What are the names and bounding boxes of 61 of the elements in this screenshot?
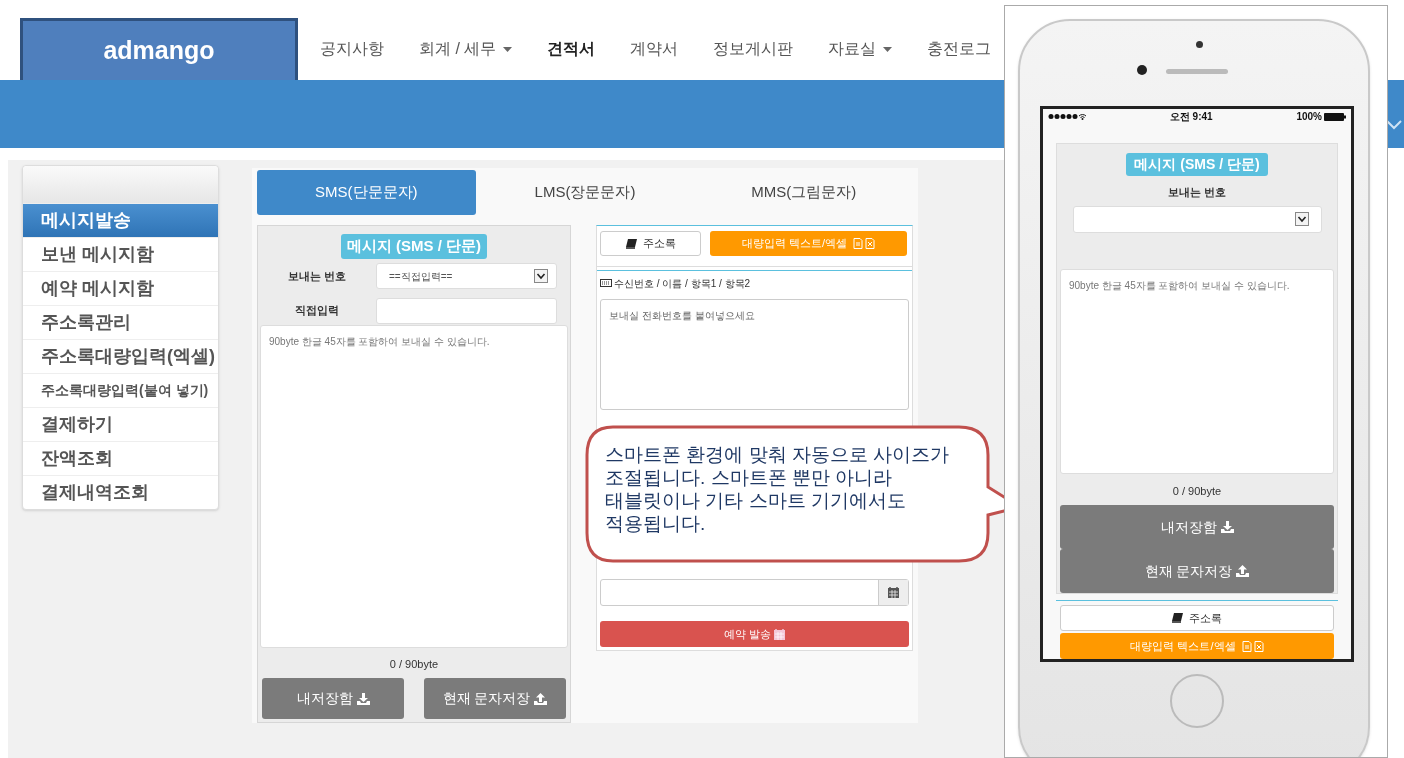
calendar-icon bbox=[774, 628, 786, 640]
save-button[interactable]: 현재 문자저장 bbox=[424, 678, 566, 719]
battery-percent: 100% bbox=[1296, 110, 1322, 124]
tab[interactable]: SMS(단문문자) bbox=[257, 170, 476, 215]
logo[interactable]: admango bbox=[20, 18, 298, 83]
sidebar-item[interactable]: 예약 메시지함 bbox=[23, 271, 218, 305]
download-icon bbox=[356, 692, 370, 705]
message-field[interactable]: 90byte 한글 45자를 포함하여 보내실 수 있습니다. bbox=[1060, 268, 1334, 474]
download-icon bbox=[1220, 521, 1234, 533]
status-time: 오전 9:41 bbox=[1169, 110, 1213, 124]
address-book-button[interactable]: 주소록 bbox=[600, 231, 701, 256]
badge: 메시지 (SMS / 단문) bbox=[1126, 153, 1268, 176]
inbox-button[interactable]: 내저장함 bbox=[1060, 505, 1334, 549]
sidebar-item[interactable]: 잔액조회 bbox=[23, 441, 218, 475]
file-icons bbox=[853, 238, 876, 249]
badge: 메시지 (SMS / 단문) bbox=[340, 234, 488, 259]
signal-icon bbox=[1048, 113, 1086, 120]
phone-numbers-field[interactable]: 보내실 전화번호를 붙여넣으세요 bbox=[600, 299, 909, 410]
chevron-down-icon bbox=[1386, 120, 1402, 130]
file-icons bbox=[1241, 640, 1264, 652]
sender-select[interactable] bbox=[1072, 205, 1322, 233]
nav-link[interactable]: 정보게시판 bbox=[713, 37, 794, 61]
speaker-slot bbox=[1166, 69, 1228, 74]
nav-link[interactable]: 공지사항 bbox=[320, 37, 384, 61]
battery-icon bbox=[1324, 112, 1346, 121]
nav-link[interactable]: 자료실 bbox=[828, 37, 893, 61]
byte-counter: 0 / 90byte bbox=[1172, 483, 1222, 499]
upload-icon bbox=[1236, 565, 1250, 577]
sidebar-item[interactable]: 보낸 메시지함 bbox=[23, 237, 218, 271]
direct-input-field[interactable] bbox=[376, 297, 557, 324]
sender-select[interactable]: ==직접입력== bbox=[376, 263, 557, 289]
byte-counter: 0 / 90byte bbox=[389, 656, 439, 672]
tab[interactable]: MMS(그림문자) bbox=[694, 170, 913, 215]
field-label: 수신번호 / 이름 / 항목1 / 항목2 bbox=[614, 276, 751, 291]
home-button[interactable] bbox=[1170, 674, 1224, 728]
nav-link[interactable]: 계약서 bbox=[630, 37, 679, 61]
field-label: 직접입력 bbox=[294, 303, 340, 319]
upload-icon bbox=[534, 692, 548, 705]
callout-text: 스마트폰 환경에 맞춰 자동으로 사이즈가 조절됩니다. 스마트폰 뿐만 아니라 태블릿이나 기타 스마트 기기에서도 적용됩니다. bbox=[605, 443, 951, 535]
sidebar-item[interactable]: 결제내역조회 bbox=[23, 475, 218, 509]
date-field[interactable] bbox=[600, 579, 909, 606]
keyboard-icon bbox=[600, 279, 612, 287]
nav-link[interactable]: 충전로그 bbox=[927, 37, 992, 61]
sidebar-item[interactable]: 메시지발송 bbox=[23, 203, 218, 237]
book-icon bbox=[1172, 613, 1183, 623]
address-book-button[interactable]: 주소록 bbox=[1060, 605, 1334, 631]
save-button[interactable]: 현재 문자저장 bbox=[1060, 549, 1334, 593]
book-icon bbox=[625, 238, 637, 249]
message-field[interactable]: 90byte 한글 45자를 포함하여 보내실 수 있습니다. bbox=[260, 324, 568, 648]
tab[interactable]: LMS(장문문자) bbox=[475, 170, 695, 215]
field-label: 보내는 번호 bbox=[286, 268, 348, 284]
calendar-icon bbox=[888, 587, 899, 598]
sidebar-item[interactable]: 주소록대량입력(붙여 넣기) bbox=[23, 373, 218, 407]
field-label: 보내는 번호 bbox=[1167, 185, 1227, 200]
nav-link[interactable]: 견적서 bbox=[547, 37, 596, 61]
inbox-button[interactable]: 내저장함 bbox=[262, 678, 404, 719]
sidebar-item[interactable]: 결제하기 bbox=[23, 407, 218, 441]
schedule-send-button[interactable]: 예약 발송 bbox=[600, 621, 909, 647]
nav-link[interactable]: 회계 / 세무 bbox=[419, 37, 513, 61]
sidebar-item[interactable]: 주소록대량입력(엑셀) bbox=[23, 339, 218, 373]
sidebar-item[interactable]: 주소록관리 bbox=[23, 305, 218, 339]
